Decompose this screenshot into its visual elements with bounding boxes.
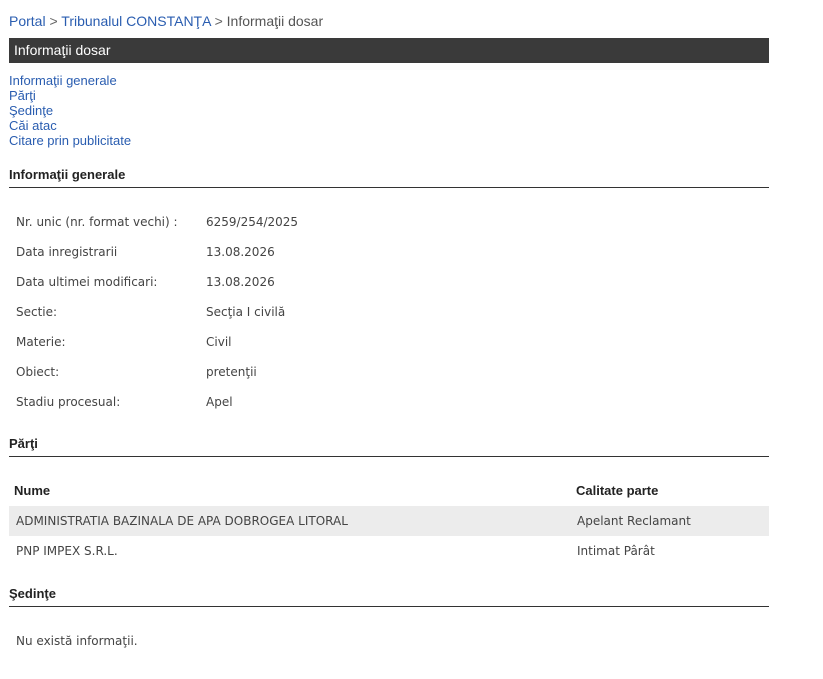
party-name: PNP IMPEX S.R.L. bbox=[16, 544, 118, 558]
info-value: Secţia I civilă bbox=[206, 305, 286, 319]
section-title-parties: Părţi bbox=[9, 436, 769, 457]
breadcrumb-separator: > bbox=[214, 13, 223, 29]
nav-link-appeals[interactable]: Căi atac bbox=[9, 118, 131, 133]
nav-link-general-info[interactable]: Informaţii generale bbox=[9, 73, 131, 88]
breadcrumb-portal-link[interactable]: Portal bbox=[9, 13, 46, 29]
info-label: Obiect: bbox=[16, 365, 60, 379]
column-header-role: Calitate parte bbox=[576, 483, 659, 498]
info-value: Civil bbox=[206, 335, 232, 349]
info-value: 6259/254/2025 bbox=[206, 215, 299, 229]
breadcrumb-current: Informaţii dosar bbox=[226, 13, 324, 29]
column-header-name: Nume bbox=[14, 483, 51, 498]
info-label: Stadiu procesual: bbox=[16, 395, 121, 409]
info-value: pretenţii bbox=[206, 365, 257, 379]
page-header-bar: Informaţii dosar bbox=[9, 38, 769, 63]
info-value: 13.08.2026 bbox=[206, 275, 275, 289]
parties-table: Nume Calitate parte ADMINISTRATIA BAZINA… bbox=[9, 476, 769, 566]
table-row: PNP IMPEX S.R.L. Intimat Pârât bbox=[9, 536, 769, 566]
section-title-general-info: Informaţii generale bbox=[9, 167, 769, 188]
table-header-row: Nume Calitate parte bbox=[9, 476, 769, 506]
page-title: Informaţii dosar bbox=[14, 42, 111, 58]
breadcrumb-separator: > bbox=[49, 13, 58, 29]
breadcrumb: Portal > Tribunalul CONSTANŢA > Informaţ… bbox=[9, 13, 323, 29]
breadcrumb-court-link[interactable]: Tribunalul CONSTANŢA bbox=[61, 13, 210, 29]
party-role: Apelant Reclamant bbox=[577, 514, 691, 528]
info-label: Data inregistrarii bbox=[16, 245, 118, 259]
table-row: ADMINISTRATIA BAZINALA DE APA DOBROGEA L… bbox=[9, 506, 769, 536]
info-value: Apel bbox=[206, 395, 233, 409]
info-label: Materie: bbox=[16, 335, 66, 349]
info-label: Sectie: bbox=[16, 305, 58, 319]
section-nav: Informaţii generale Părţi Şedinţe Căi at… bbox=[9, 73, 131, 148]
info-value: 13.08.2026 bbox=[206, 245, 275, 259]
nav-link-public-summons[interactable]: Citare prin publicitate bbox=[9, 133, 131, 148]
section-title-hearings: Şedinţe bbox=[9, 586, 769, 607]
nav-link-hearings[interactable]: Şedinţe bbox=[9, 103, 131, 118]
hearings-empty-message: Nu există informaţii. bbox=[16, 634, 138, 648]
party-name: ADMINISTRATIA BAZINALA DE APA DOBROGEA L… bbox=[16, 514, 348, 528]
party-role: Intimat Pârât bbox=[577, 544, 655, 558]
info-label: Data ultimei modificari: bbox=[16, 275, 158, 289]
info-label: Nr. unic (nr. format vechi) : bbox=[16, 215, 178, 229]
nav-link-parties[interactable]: Părţi bbox=[9, 88, 131, 103]
